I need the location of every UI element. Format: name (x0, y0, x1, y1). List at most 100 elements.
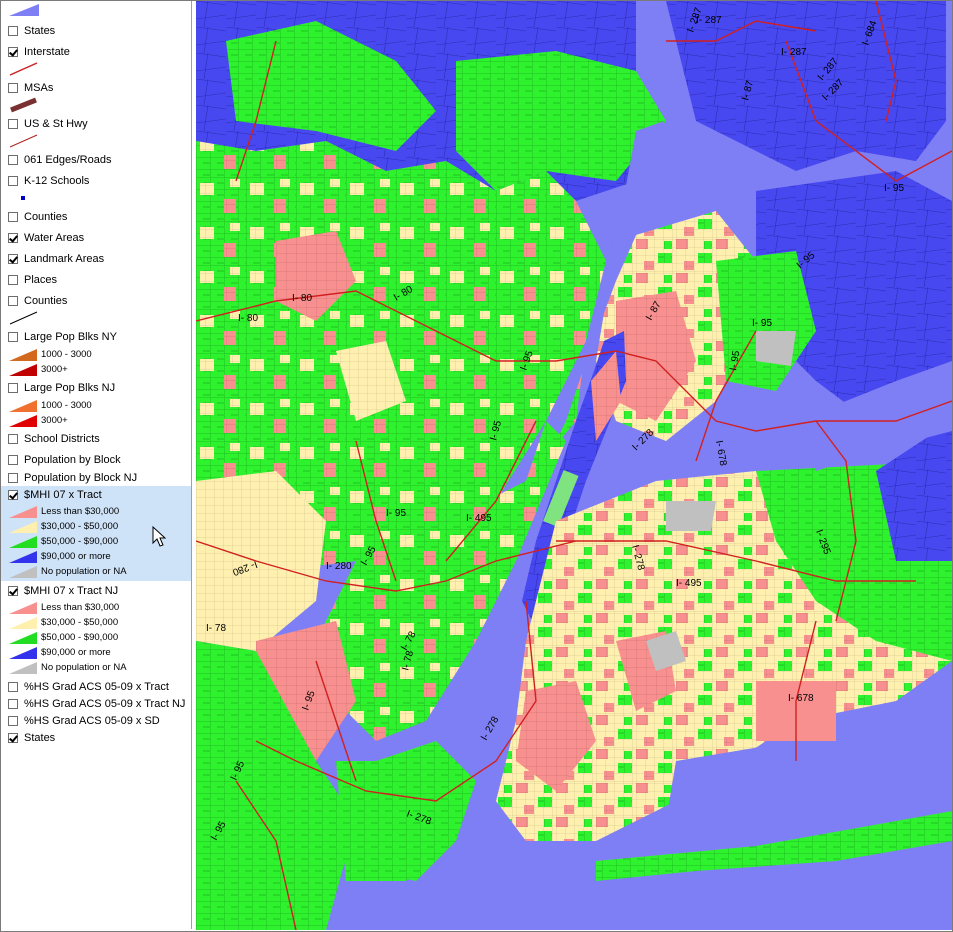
tri-swatch-icon (9, 535, 37, 548)
layer-counties[interactable]: Counties (1, 208, 191, 226)
tri-swatch-icon (9, 399, 37, 412)
layer-label: States (24, 25, 56, 37)
layer-label: 061 Edges/Roads (24, 154, 112, 166)
layer-edges-roads[interactable]: 061 Edges/Roads (1, 151, 191, 169)
legend-class: 3000+ (1, 413, 191, 428)
layer-school-districts[interactable]: School Districts (1, 430, 191, 448)
class-label: $90,000 or more (41, 647, 111, 658)
layer-label: Population by Block (24, 454, 121, 466)
tri-swatch-icon (9, 616, 37, 629)
legend-class: $90,000 or more (1, 549, 191, 564)
layer-label: US & St Hwy (24, 118, 88, 130)
route-label: I- 80 (238, 313, 258, 324)
class-label: No population or NA (41, 662, 127, 673)
layer-landmark-areas-checkbox[interactable] (8, 254, 18, 264)
layer-states-checkbox[interactable] (8, 26, 18, 36)
class-label: No population or NA (41, 566, 127, 577)
layer-counties-2[interactable]: Counties (1, 292, 191, 310)
route-label: I- 495 (466, 513, 492, 524)
lower-bay (416, 861, 596, 930)
route-label: I- 80 (292, 293, 312, 304)
layer-interstate-checkbox[interactable] (8, 47, 18, 57)
layer-mhi-tract-checkbox[interactable] (8, 490, 18, 500)
map-canvas[interactable]: I- 287 I- 287 I- 87 I- 287 I- 684 I- 287… (196, 1, 952, 930)
layer-label: K-12 Schools (24, 175, 90, 187)
layer-label: Interstate (24, 46, 70, 58)
route-label: I- 95 (884, 183, 904, 194)
layer-hs-grad-sd-checkbox[interactable] (8, 716, 18, 726)
layer-hs-grad-tract-checkbox[interactable] (8, 682, 18, 692)
tri-swatch-icon (9, 348, 37, 361)
class-label: $90,000 or more (41, 551, 111, 562)
msa-line-icon (10, 97, 37, 113)
layer-water-areas-checkbox[interactable] (8, 233, 18, 243)
layer-population-by-block-nj[interactable]: Population by Block NJ (1, 469, 191, 487)
layer-label: %HS Grad ACS 05-09 x Tract (24, 681, 169, 693)
layer-us-st-hwy-checkbox[interactable] (8, 119, 18, 129)
mouse-pointer-icon (152, 526, 166, 547)
class-label: $50,000 - $90,000 (41, 536, 119, 547)
layer-label: Places (24, 274, 58, 286)
layer-label: States (24, 732, 56, 744)
tract-region-na (666, 501, 716, 531)
layer-label: Water Areas (24, 232, 85, 244)
legend-class: No population or NA (1, 660, 191, 675)
layer-hs-grad-sd[interactable]: %HS Grad ACS 05-09 x SD (1, 712, 191, 730)
layer-edges-roads-checkbox[interactable] (8, 155, 18, 165)
legend-class: $90,000 or more (1, 645, 191, 660)
layer-mhi-tract[interactable]: $MHI 07 x Tract (1, 486, 191, 504)
layer-large-pop-blks-ny-checkbox[interactable] (8, 332, 18, 342)
class-label: $50,000 - $90,000 (41, 632, 119, 643)
layer-k12-schools-checkbox[interactable] (8, 176, 18, 186)
school-point-icon (21, 196, 25, 200)
tri-swatch-icon (9, 646, 37, 659)
layer-counties-2-checkbox[interactable] (8, 296, 18, 306)
layer-msas-checkbox[interactable] (8, 83, 18, 93)
layer-states-2[interactable]: States (1, 729, 191, 747)
tri-swatch-icon (9, 520, 37, 533)
layer-msas[interactable]: MSAs (1, 79, 191, 97)
legend-class: $30,000 - $50,000 (1, 615, 191, 630)
layer-water-areas[interactable]: Water Areas (1, 229, 191, 247)
layer-hs-grad-tract-nj-checkbox[interactable] (8, 699, 18, 709)
layer-label: $MHI 07 x Tract NJ (24, 585, 119, 597)
layer-population-by-block[interactable]: Population by Block (1, 451, 191, 469)
layer-states[interactable]: States (1, 22, 191, 40)
layer-label: Counties (24, 295, 68, 307)
layer-legend-panel: States Interstate MSAs US & St Hwy 061 E… (1, 1, 192, 929)
tri-swatch-icon (9, 661, 37, 674)
layer-interstate[interactable]: Interstate (1, 43, 191, 61)
tri-swatch-icon (9, 550, 37, 563)
layer-us-st-hwy[interactable]: US & St Hwy (1, 115, 191, 133)
highway-line-icon (9, 134, 38, 148)
layer-label: Population by Block NJ (24, 472, 138, 484)
tri-swatch-icon (9, 601, 37, 614)
legend-class: 3000+ (1, 362, 191, 377)
layer-places[interactable]: Places (1, 271, 191, 289)
layer-hs-grad-tract[interactable]: %HS Grad ACS 05-09 x Tract (1, 678, 191, 696)
layer-counties-checkbox[interactable] (8, 212, 18, 222)
layer-large-pop-blks-nj[interactable]: Large Pop Blks NJ (1, 379, 191, 397)
layer-states-2-checkbox[interactable] (8, 733, 18, 743)
tri-swatch-icon (9, 363, 37, 376)
layer-large-pop-blks-ny[interactable]: Large Pop Blks NY (1, 328, 191, 346)
legend-class: Less than $30,000 (1, 600, 191, 615)
layer-mhi-tract-nj-checkbox[interactable] (8, 586, 18, 596)
route-label: I- 78 (206, 623, 226, 634)
route-label: I- 95 (386, 508, 406, 519)
layer-population-by-block-checkbox[interactable] (8, 455, 18, 465)
layer-school-districts-checkbox[interactable] (8, 434, 18, 444)
states-symbol-icon (9, 4, 39, 16)
layer-label: Large Pop Blks NY (24, 331, 117, 343)
class-label: 1000 - 3000 (41, 349, 92, 360)
layer-k12-schools[interactable]: K-12 Schools (1, 172, 191, 190)
layer-places-checkbox[interactable] (8, 275, 18, 285)
layer-landmark-areas[interactable]: Landmark Areas (1, 250, 191, 268)
layer-hs-grad-tract-nj[interactable]: %HS Grad ACS 05-09 x Tract NJ (1, 695, 191, 713)
county-line-icon (9, 311, 38, 325)
route-label: I- 95 (752, 318, 772, 329)
layer-large-pop-blks-nj-checkbox[interactable] (8, 383, 18, 393)
layer-mhi-tract-nj[interactable]: $MHI 07 x Tract NJ (1, 582, 191, 600)
layer-population-by-block-nj-checkbox[interactable] (8, 473, 18, 483)
route-label: I- 287 (696, 15, 722, 26)
